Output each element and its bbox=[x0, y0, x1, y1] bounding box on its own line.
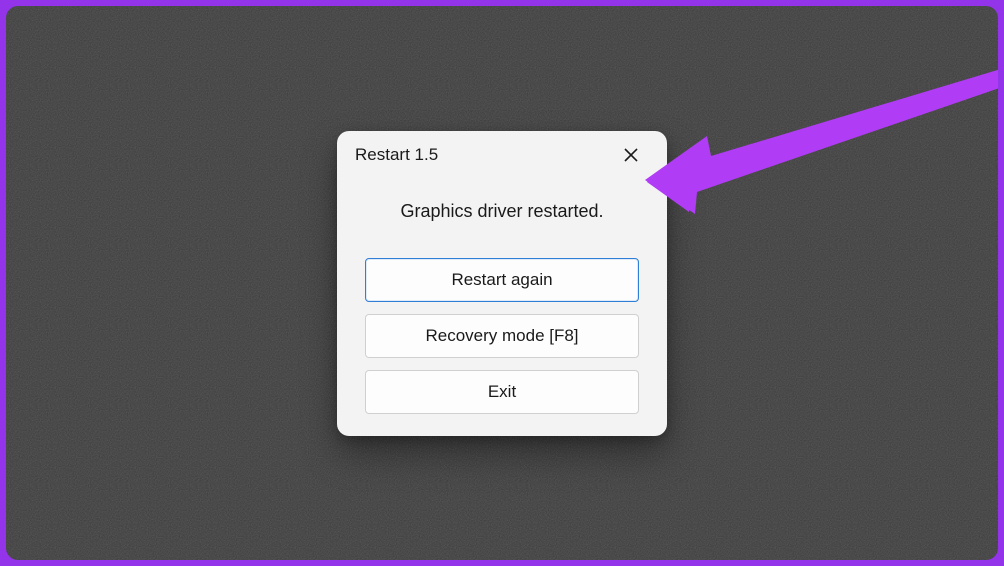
dialog-title: Restart 1.5 bbox=[355, 145, 438, 165]
button-group: Restart again Recovery mode [F8] Exit bbox=[337, 258, 667, 414]
close-icon bbox=[623, 147, 639, 163]
status-message: Graphics driver restarted. bbox=[355, 201, 649, 222]
title-bar: Restart 1.5 bbox=[337, 131, 667, 175]
restart-again-button[interactable]: Restart again bbox=[365, 258, 639, 302]
exit-button[interactable]: Exit bbox=[365, 370, 639, 414]
annotation-arrow bbox=[641, 64, 998, 224]
restart-dialog: Restart 1.5 Graphics driver restarted. R… bbox=[337, 131, 667, 436]
annotation-arrow-icon bbox=[641, 64, 998, 224]
desktop-background: Restart 1.5 Graphics driver restarted. R… bbox=[6, 6, 998, 560]
recovery-mode-button[interactable]: Recovery mode [F8] bbox=[365, 314, 639, 358]
close-button[interactable] bbox=[613, 141, 649, 169]
